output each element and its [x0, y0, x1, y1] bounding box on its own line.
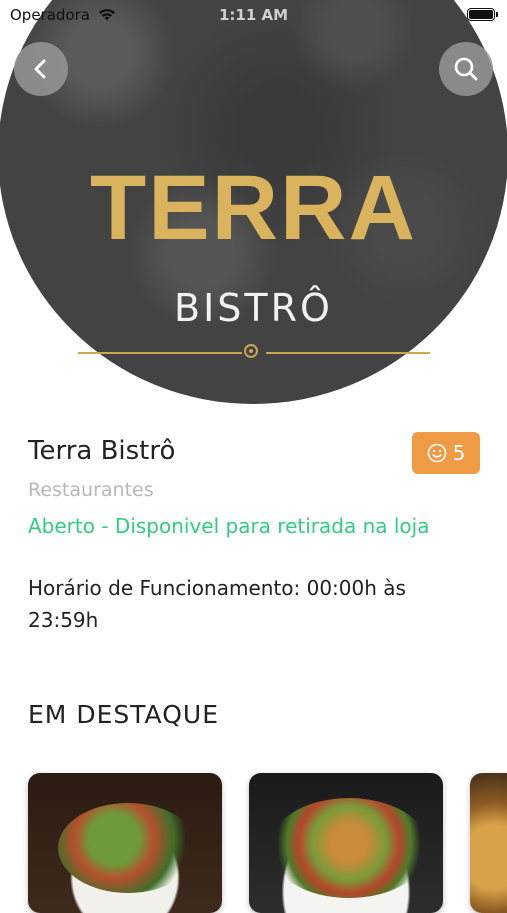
search-icon — [454, 57, 478, 81]
logo-divider-right — [266, 352, 430, 354]
restaurant-logo-banner: TERRA BISTRÔ — [0, 0, 507, 405]
restaurant-name: Terra Bistrô — [28, 436, 176, 466]
back-button[interactable] — [14, 42, 68, 96]
logo-subtitle: BISTRÔ — [174, 286, 333, 330]
smiley-icon — [427, 443, 446, 463]
rating-count: 5 — [452, 441, 466, 465]
chevron-left-icon — [34, 59, 46, 79]
featured-item-card[interactable] — [28, 773, 222, 913]
open-status: Aberto - Disponivel para retirada na loj… — [28, 514, 430, 538]
featured-item-card[interactable] — [249, 773, 443, 913]
logo-divider-left — [78, 352, 242, 354]
restaurant-category: Restaurantes — [28, 479, 154, 501]
salad-dish-image — [58, 803, 198, 893]
logo-divider-ornament — [244, 344, 258, 358]
shrimp-salad-dish-image — [269, 798, 429, 898]
rating-badge[interactable]: 5 — [412, 432, 480, 474]
opening-hours: Horário de Funcionamento: 00:00h às 23:5… — [28, 576, 406, 632]
search-button[interactable] — [439, 42, 493, 96]
logo-title: TERRA — [90, 157, 417, 259]
clock: 1:11 AM — [218, 6, 289, 24]
status-bar: Operadora 1:11 AM — [0, 0, 507, 32]
featured-item-card[interactable] — [470, 773, 507, 913]
featured-section-title: EM DESTAQUE — [28, 700, 219, 729]
battery-icon — [467, 8, 498, 21]
